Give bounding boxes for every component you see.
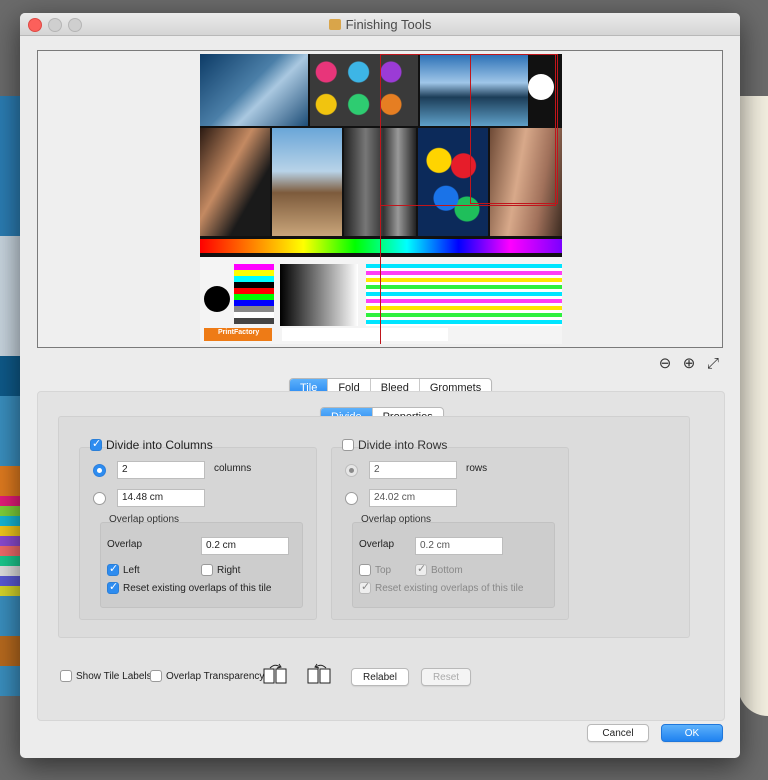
overlap-transparency-checkbox[interactable] [150, 670, 162, 682]
rainbow-gradient-bar [200, 239, 562, 253]
rows-reset-overlaps-checkbox[interactable] [359, 580, 371, 594]
image-couple [200, 128, 270, 236]
show-tile-labels-option[interactable]: Show Tile Labels [60, 670, 152, 682]
overlap-left-option[interactable]: Left [107, 562, 140, 576]
divide-panel: Divide into Columns 2 columns 14.48 cm O… [58, 416, 690, 638]
rows-count-radio[interactable] [345, 464, 358, 477]
columns-group: Divide into Columns 2 columns 14.48 cm O… [79, 437, 317, 620]
overlap-right-option[interactable]: Right [201, 564, 240, 576]
zoom-controls: ⊖ ⊕ ⤢ [650, 354, 722, 372]
columns-count-radio[interactable] [93, 464, 106, 477]
background-document-left [0, 96, 22, 696]
fit-screen-icon[interactable]: ⤢ [704, 355, 722, 372]
rows-height-radio[interactable] [345, 492, 358, 505]
rows-height-input[interactable]: 24.02 cm [369, 489, 457, 507]
window-title: Finishing Tools [20, 17, 740, 32]
show-tile-labels-checkbox[interactable] [60, 670, 72, 682]
rows-overlap-input[interactable]: 0.2 cm [415, 537, 503, 555]
finishing-tools-window: Finishing Tools PrintFactory ⊖ ⊕ ⤢ Tile … [20, 13, 740, 758]
columns-count-input[interactable]: 2 [117, 461, 205, 479]
columns-overlap-label: Overlap [107, 539, 143, 550]
image-snow-trees [200, 54, 308, 126]
tile-overlap-frame-secondary [470, 54, 558, 204]
zoom-in-icon[interactable]: ⊕ [680, 354, 698, 372]
app-icon [328, 19, 341, 30]
background-document-right [738, 96, 768, 716]
columns-width-radio[interactable] [93, 492, 106, 505]
columns-overlap-title: Overlap options [109, 514, 180, 525]
tile-rotate-right-icon[interactable] [306, 663, 334, 685]
rows-title: Divide into Rows [342, 438, 447, 452]
reset-button[interactable]: Reset [421, 668, 471, 686]
rows-unit-label: rows [466, 463, 488, 474]
image-shipwreck [272, 128, 342, 236]
overlap-top-option[interactable]: Top [359, 564, 391, 576]
label-field [282, 328, 448, 341]
zoom-out-icon[interactable]: ⊖ [656, 354, 674, 372]
tile-preview[interactable]: PrintFactory [37, 50, 723, 348]
rows-overlap-title: Overlap options [361, 514, 432, 525]
columns-overlap-input[interactable]: 0.2 cm [201, 537, 289, 555]
divide-columns-checkbox[interactable] [90, 437, 102, 451]
ok-button[interactable]: OK [661, 724, 723, 742]
tile-settings-panel: Divide Properties Divide into Columns 2 … [37, 391, 725, 721]
preview-artwork: PrintFactory [200, 54, 562, 344]
columns-width-input[interactable]: 14.48 cm [117, 489, 205, 507]
tile-rotate-left-icon[interactable] [262, 663, 290, 685]
brand-logo: PrintFactory [204, 328, 272, 341]
overlap-bottom-checkbox[interactable] [415, 562, 427, 576]
gray-gradient [280, 264, 358, 326]
rows-reset-overlaps-option[interactable]: Reset existing overlaps of this tile [359, 580, 523, 594]
columns-reset-overlaps-option[interactable]: Reset existing overlaps of this tile [107, 580, 271, 594]
rows-group: Divide into Rows 2 rows 24.02 cm Overlap… [331, 438, 569, 620]
color-swatches [234, 264, 274, 324]
columns-overlap-options: Overlap options Overlap 0.2 cm Left Righ… [100, 514, 303, 608]
title-bar: Finishing Tools [20, 13, 740, 36]
columns-reset-overlaps-checkbox[interactable] [107, 580, 119, 594]
tile-bottom-controls: Show Tile Labels Overlap Transparency Re… [38, 662, 724, 692]
overlap-top-checkbox[interactable] [359, 564, 371, 576]
overlap-right-checkbox[interactable] [201, 564, 213, 576]
overlap-bottom-option[interactable]: Bottom [415, 562, 463, 576]
rows-overlap-options: Overlap options Overlap 0.2 cm Top Botto… [352, 514, 555, 608]
color-lines [366, 264, 562, 326]
divide-rows-checkbox[interactable] [342, 439, 354, 451]
columns-title: Divide into Columns [90, 437, 213, 452]
rows-count-input[interactable]: 2 [369, 461, 457, 479]
relabel-button[interactable]: Relabel [351, 668, 409, 686]
registration-mark-black [204, 286, 230, 312]
overlap-transparency-option[interactable]: Overlap Transparency [150, 670, 264, 682]
rows-overlap-label: Overlap [359, 539, 395, 550]
cancel-button[interactable]: Cancel [587, 724, 649, 742]
overlap-left-checkbox[interactable] [107, 562, 119, 576]
columns-unit-label: columns [214, 463, 252, 474]
